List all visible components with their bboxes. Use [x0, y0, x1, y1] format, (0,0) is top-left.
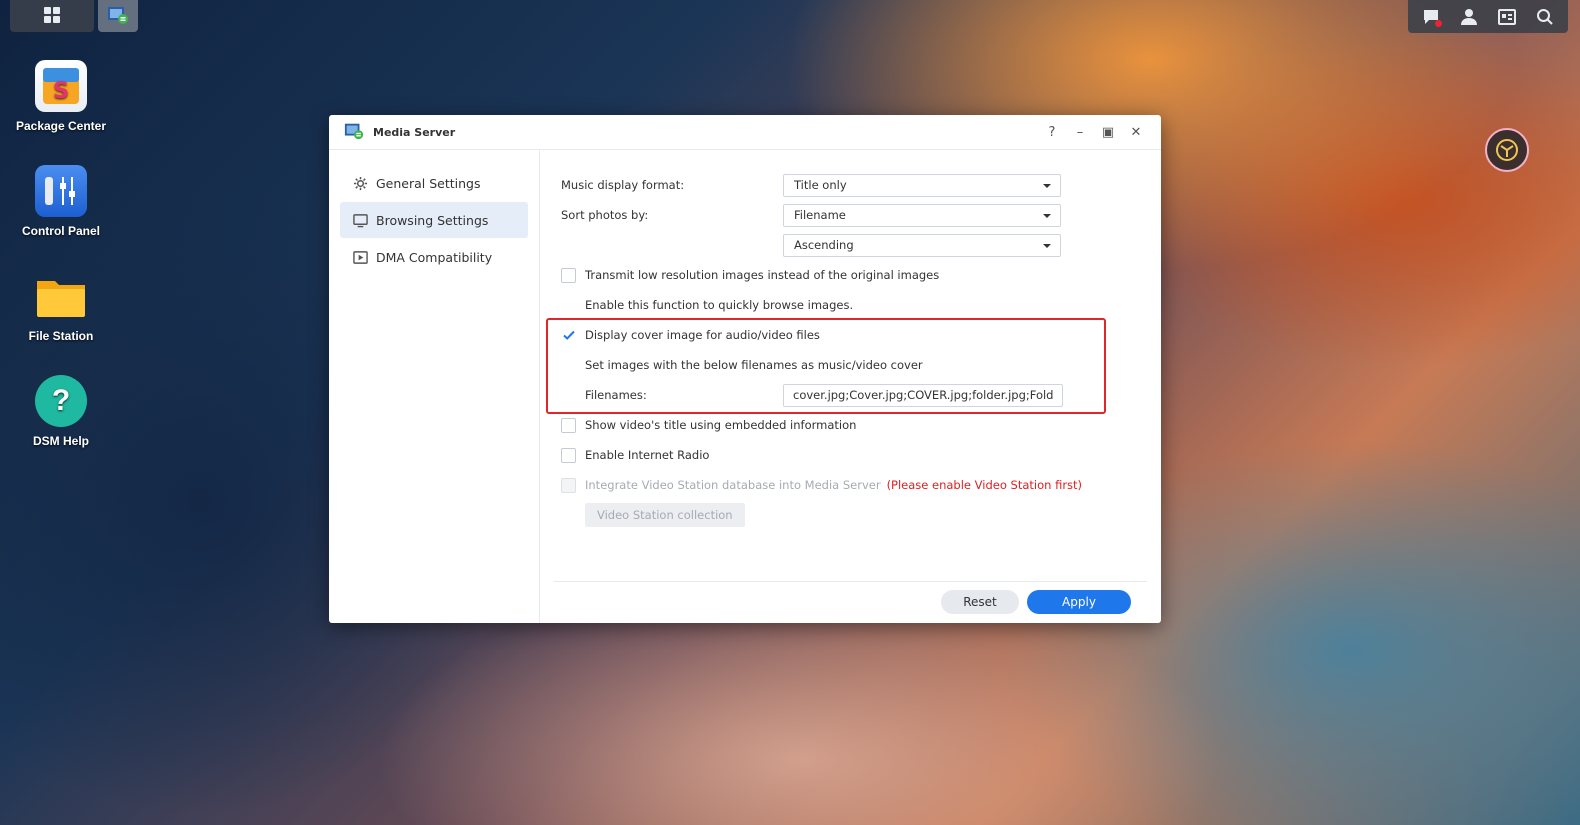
system-tray	[1408, 0, 1568, 33]
desktop-icon-label: DSM Help	[32, 434, 89, 448]
chevron-down-icon	[1043, 213, 1051, 218]
integrate-warning: (Please enable Video Station first)	[886, 478, 1083, 492]
play-box-icon	[352, 249, 368, 265]
cover-label: Display cover image for audio/video file…	[585, 328, 820, 342]
taskbar-media-server[interactable]	[98, 0, 138, 32]
video-title-checkbox[interactable]	[561, 417, 576, 433]
low-res-hint-row: Enable this function to quickly browse i…	[561, 290, 1161, 320]
settings-sidebar: General Settings Browsing Settings DMA C…	[329, 150, 540, 623]
music-format-label: Music display format:	[561, 178, 685, 192]
window-title-bar[interactable]: Media Server ? – ▣ ✕	[329, 115, 1161, 150]
chevron-down-icon	[1043, 243, 1051, 248]
desktop-icon-file-station[interactable]: File Station	[11, 270, 111, 344]
sort-photos-row: Sort photos by: Filename	[561, 200, 1161, 230]
sort-photos-select[interactable]: Filename	[783, 203, 1061, 227]
music-format-row: Music display format: Title only	[561, 170, 1161, 200]
sort-order-row: Ascending	[561, 230, 1161, 260]
svg-text:S: S	[53, 79, 69, 104]
integrate-label: Integrate Video Station database into Me…	[585, 478, 881, 492]
browsing-settings-panel: Music display format: Title only Sort ph…	[561, 170, 1161, 530]
sidebar-item-general-settings[interactable]: General Settings	[340, 165, 528, 201]
search-icon[interactable]	[1534, 6, 1556, 28]
select-value: Title only	[794, 178, 847, 192]
chevron-down-icon	[1043, 183, 1051, 188]
desktop-icon-package-center[interactable]: S Package Center	[11, 60, 111, 134]
desktop-icon-dsm-help[interactable]: ? DSM Help	[11, 375, 111, 449]
gear-icon	[352, 175, 368, 191]
low-res-checkbox[interactable]	[561, 267, 576, 283]
window-title: Media Server	[373, 125, 456, 139]
sidebar-item-label: Browsing Settings	[376, 212, 489, 228]
media-server-icon	[107, 5, 129, 28]
minimize-button[interactable]: –	[1071, 123, 1089, 141]
media-server-app-icon	[344, 121, 364, 144]
low-res-row: Transmit low resolution images instead o…	[561, 260, 1161, 290]
filenames-input[interactable]	[783, 383, 1063, 407]
folder-icon	[35, 270, 87, 322]
filenames-label: Filenames:	[585, 388, 647, 402]
help-icon: ?	[35, 375, 87, 427]
video-station-collection-button: Video Station collection	[585, 503, 745, 527]
sidebar-item-dma-compatibility[interactable]: DMA Compatibility	[340, 239, 528, 275]
help-button[interactable]: ?	[1043, 123, 1061, 141]
grid-icon	[43, 6, 61, 27]
notifications-icon[interactable]	[1420, 6, 1442, 28]
sidebar-item-browsing-settings[interactable]: Browsing Settings	[340, 202, 528, 238]
sort-order-select[interactable]: Ascending	[783, 233, 1061, 257]
internet-radio-checkbox[interactable]	[561, 447, 576, 463]
close-button[interactable]: ✕	[1127, 123, 1145, 141]
reset-button[interactable]: Reset	[941, 590, 1019, 614]
desktop-icon-label: Package Center	[15, 119, 107, 133]
desktop-icon-label: File Station	[28, 329, 94, 343]
monitor-icon	[352, 212, 368, 228]
apply-button[interactable]: Apply	[1027, 590, 1131, 614]
desktop-icon-label: Control Panel	[21, 224, 100, 238]
select-value: Filename	[794, 208, 846, 222]
select-value: Ascending	[794, 238, 854, 252]
internet-radio-label: Enable Internet Radio	[585, 448, 710, 462]
main-menu-button[interactable]	[10, 0, 94, 32]
cover-hint-row: Set images with the below filenames as m…	[561, 350, 1161, 380]
maximize-button[interactable]: ▣	[1099, 123, 1117, 141]
cover-row: Display cover image for audio/video file…	[561, 320, 1161, 350]
user-icon[interactable]	[1458, 6, 1480, 28]
low-res-label: Transmit low resolution images instead o…	[585, 268, 940, 282]
collection-row: Video Station collection	[561, 500, 1161, 530]
music-format-select[interactable]: Title only	[783, 173, 1061, 197]
sidebar-item-label: General Settings	[376, 175, 481, 191]
media-server-window: Media Server ? – ▣ ✕ General Settings Br…	[329, 115, 1161, 623]
video-title-row: Show video's title using embedded inform…	[561, 410, 1161, 440]
widgets-icon[interactable]	[1496, 6, 1518, 28]
internet-radio-row: Enable Internet Radio	[561, 440, 1161, 470]
integrate-checkbox	[561, 477, 576, 493]
cover-hint: Set images with the below filenames as m…	[585, 358, 923, 372]
assistant-widget-icon[interactable]	[1485, 128, 1529, 172]
sidebar-item-label: DMA Compatibility	[376, 249, 493, 265]
filenames-row: Filenames:	[561, 380, 1161, 410]
notification-badge	[1435, 19, 1442, 27]
footer-divider	[554, 581, 1147, 582]
low-res-hint: Enable this function to quickly browse i…	[585, 298, 854, 312]
taskbar	[10, 0, 138, 32]
checkmark-icon	[562, 330, 575, 340]
integrate-row: Integrate Video Station database into Me…	[561, 470, 1161, 500]
video-title-label: Show video's title using embedded inform…	[585, 418, 857, 432]
control-panel-icon	[35, 165, 87, 217]
package-center-icon: S	[35, 60, 87, 112]
sort-photos-label: Sort photos by:	[561, 208, 649, 222]
desktop-icon-control-panel[interactable]: Control Panel	[11, 165, 111, 239]
cover-checkbox[interactable]	[561, 327, 576, 343]
